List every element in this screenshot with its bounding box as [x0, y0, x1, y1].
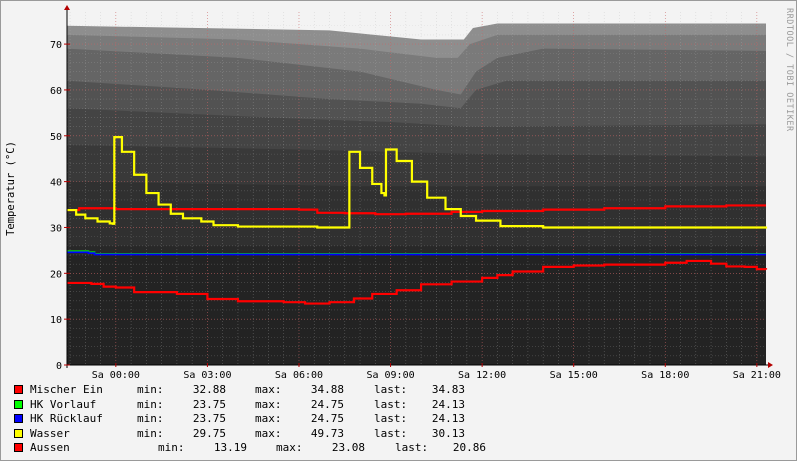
x-tick-label: Sa 09:00	[366, 370, 414, 381]
legend-stat-label: min:	[137, 426, 164, 440]
legend-series-name: Aussen	[30, 441, 70, 454]
x-tick-label: Sa 06:00	[275, 370, 323, 381]
y-tick-label: 20	[50, 269, 62, 280]
legend-stat-value: 32.88	[192, 383, 226, 396]
legend-stat-value: 30.13	[431, 426, 465, 440]
legend-swatch	[14, 399, 23, 409]
legend-stat-label: min:	[158, 441, 185, 454]
legend-stat-value: 20.86	[452, 441, 486, 454]
legend-stat-value: 24.75	[310, 397, 344, 411]
legend-stat-value: 23.75	[192, 397, 226, 411]
legend-stat-label: min:	[137, 412, 164, 425]
legend-swatch	[14, 414, 23, 423]
y-tick-label: 60	[50, 86, 62, 97]
legend-swatch	[14, 443, 23, 452]
legend-series-name: HK Rücklauf	[30, 412, 103, 425]
x-tick-label: Sa 18:00	[641, 370, 689, 381]
legend-stat-value: 23.75	[192, 412, 226, 425]
y-axis-arrow	[64, 5, 70, 10]
legend-stat-value: 13.19	[213, 441, 247, 454]
legend-stat-label: last:	[374, 426, 408, 440]
legend-stat-label: max:	[255, 426, 282, 440]
legend-stat-value: 24.13	[431, 397, 465, 411]
x-axis-arrow	[768, 362, 773, 368]
legend-row: Wasser min: 29.75 max: 49.73 last: 30.13	[14, 427, 774, 442]
legend-row: Aussen min: 13.19 max: 23.08 last: 20.86	[14, 441, 774, 456]
legend-stat-label: last:	[374, 397, 408, 411]
x-tick-label: Sa 21:00	[733, 370, 781, 381]
rrdtool-watermark: RRDTOOL / TOBI OETIKER	[784, 8, 794, 132]
legend-stat-value: 49.73	[310, 426, 344, 440]
legend-stat-label: last:	[374, 383, 408, 396]
legend-stat-value: 34.88	[310, 383, 344, 396]
legend-stat-value: 34.83	[431, 383, 465, 396]
legend-stat-label: max:	[255, 397, 282, 411]
y-tick-label: 10	[50, 315, 62, 326]
x-tick-label: Sa 12:00	[458, 370, 506, 381]
legend-stat-value: 24.13	[431, 412, 465, 425]
y-tick-label: 40	[50, 178, 62, 189]
legend-swatch	[14, 428, 23, 438]
legend-stat-label: min:	[137, 397, 164, 411]
legend-row: HK Rücklauf min: 23.75 max: 24.75 last: 24.13	[14, 412, 774, 427]
y-tick-label: 30	[50, 223, 62, 234]
legend-stat-label: max:	[276, 441, 303, 454]
legend-row: HK Vorlauf min: 23.75 max: 24.75 last: 24.13	[14, 398, 774, 413]
legend-stat-label: max:	[255, 412, 282, 425]
legend-stat-label: max:	[255, 383, 282, 396]
legend-stat-value: 24.75	[310, 412, 344, 425]
legend-stat-label: last:	[374, 412, 408, 425]
y-tick-label: 0	[56, 361, 62, 372]
legend-stat-label: min:	[137, 383, 164, 396]
x-tick-label: Sa 03:00	[183, 370, 231, 381]
legend-swatch	[14, 385, 23, 394]
legend-stat-value: 29.75	[192, 426, 226, 440]
legend-row: Mischer Ein min: 32.88 max: 34.88 last: 34.83	[14, 383, 774, 398]
legend-stat-value: 23.08	[331, 441, 365, 454]
x-tick-label: Sa 15:00	[550, 370, 598, 381]
y-axis-label: Temperatur (°C)	[5, 141, 17, 236]
legend: Mischer Ein min: 32.88 max: 34.88 last: 34.83 H…	[14, 383, 774, 456]
legend-stat-label: last:	[395, 441, 429, 454]
legend-series-name: HK Vorlauf	[30, 397, 97, 411]
legend-series-name: Wasser	[30, 426, 70, 440]
x-tick-label: Sa 00:00	[92, 370, 140, 381]
background-bands	[67, 23, 766, 365]
legend-series-name: Mischer Ein	[30, 383, 103, 396]
y-tick-label: 70	[50, 40, 62, 51]
y-tick-label: 50	[50, 132, 62, 143]
